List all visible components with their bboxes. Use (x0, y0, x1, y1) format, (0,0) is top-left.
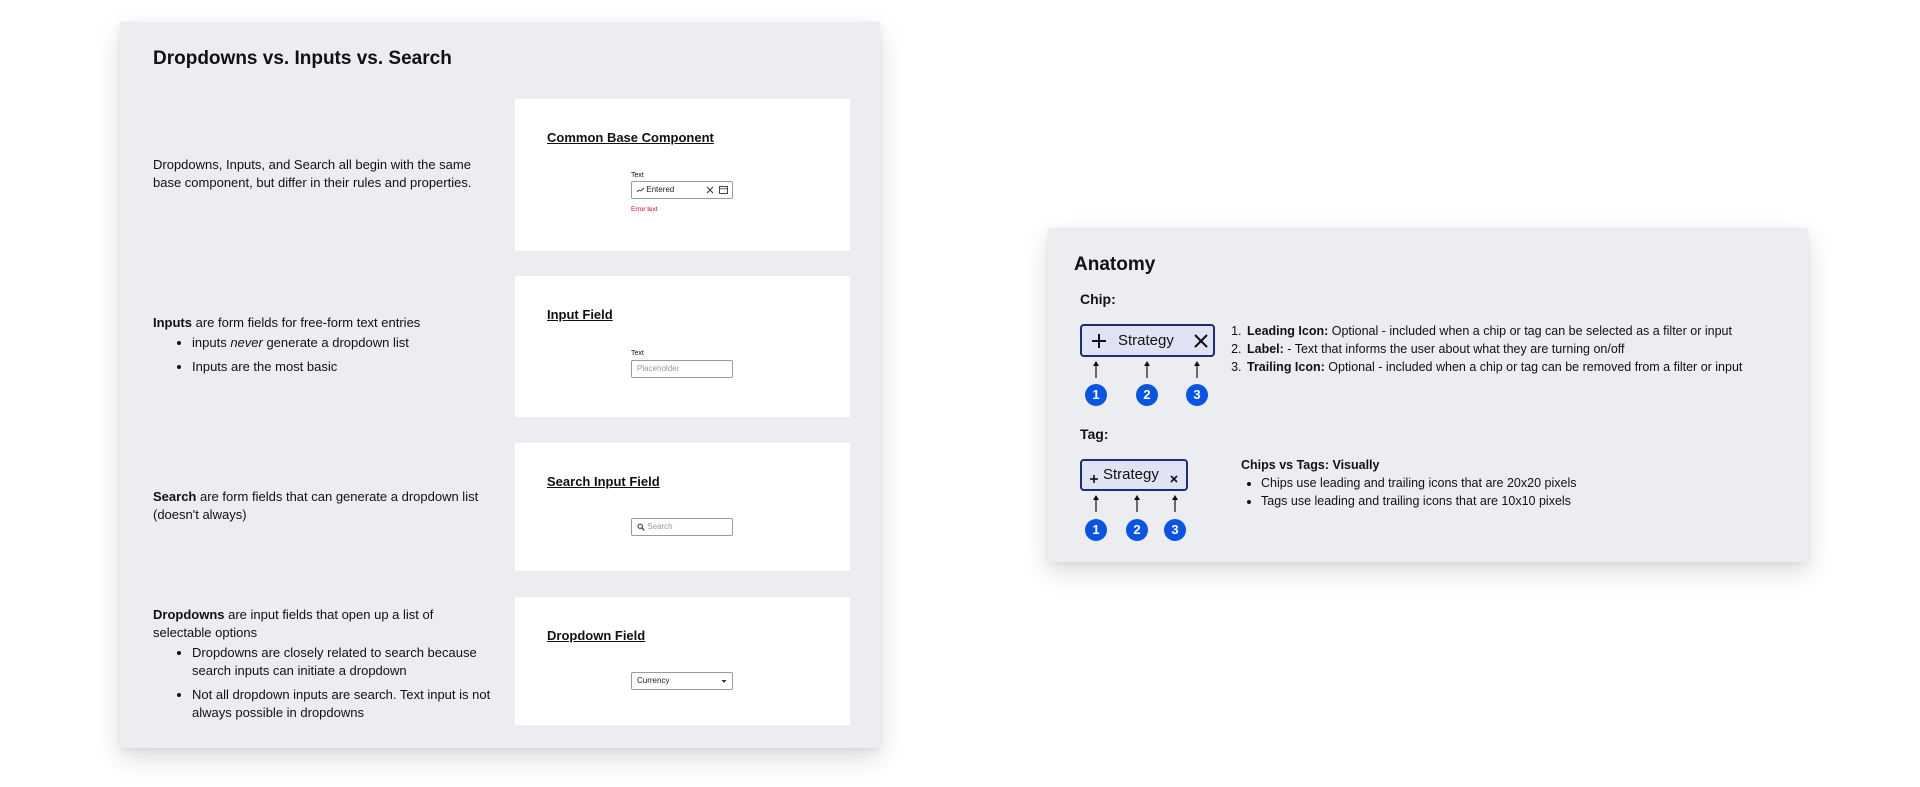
list-item: Dropdowns are closely related to search … (192, 644, 493, 680)
legend-term: Trailing Icon: (1247, 360, 1325, 374)
chips-vs-tags-notes: Chips vs Tags: Visually Chips use leadin… (1241, 456, 1781, 510)
currency-dropdown[interactable]: Currency (631, 672, 733, 690)
arrow-up-icon (1093, 361, 1099, 378)
calendar-icon[interactable] (719, 182, 728, 204)
dropdowns-bold-term: Dropdowns (153, 607, 225, 622)
bullet-text-post: generate a dropdown list (262, 335, 409, 350)
dropdowns-description-text: Dropdowns are input fields that open up … (153, 606, 493, 642)
tag-label: Tag: (1080, 426, 1109, 442)
inputs-description: Inputs are form fields for free-form tex… (153, 314, 493, 382)
number-badge-2: 2 (1126, 519, 1148, 541)
dropdowns-description: Dropdowns are input fields that open up … (153, 606, 493, 728)
search-description: Search are form fields that can generate… (153, 488, 493, 524)
arrow-up-icon (1134, 495, 1140, 512)
number-badge-3: 3 (1186, 384, 1208, 406)
tag-text: Strategy (1103, 466, 1159, 483)
search-input[interactable]: Search (631, 518, 733, 536)
strategy-chip[interactable]: Strategy (1080, 324, 1215, 357)
search-description-text: Search are form fields that can generate… (153, 488, 493, 524)
close-icon[interactable] (1169, 471, 1179, 489)
anatomy-legend: Leading Icon: Optional - included when a… (1225, 322, 1815, 376)
list-item: Trailing Icon: Optional - included when … (1245, 358, 1815, 376)
bullet-text-emphasis: never (230, 335, 263, 350)
search-bold-term: Search (153, 489, 197, 504)
placeholder-text: Search (647, 522, 673, 531)
legend-term: Label: (1247, 342, 1284, 356)
strategy-tag[interactable]: Strategy (1080, 459, 1188, 491)
list-item: inputs never generate a dropdown list (192, 334, 493, 352)
arrow-up-icon (1194, 361, 1200, 378)
dropdowns-inputs-search-card: Dropdowns vs. Inputs vs. Search Dropdown… (120, 22, 880, 748)
inputs-bullets: inputs never generate a dropdown list In… (153, 334, 493, 376)
field-label: Text (631, 350, 644, 357)
list-item: Inputs are the most basic (192, 358, 493, 376)
number-badge-1: 1 (1085, 384, 1107, 406)
text-input-entered[interactable]: Entered (631, 181, 733, 199)
arrow-up-icon (1144, 361, 1150, 378)
search-icon (637, 522, 647, 531)
inputs-description-text: Inputs are form fields for free-form tex… (153, 314, 493, 332)
arrow-up-icon (1172, 495, 1178, 512)
preview-title: Common Base Component (547, 130, 714, 145)
legend-text: Optional - included when a chip or tag c… (1328, 324, 1732, 338)
number-badge-1: 1 (1085, 519, 1107, 541)
search-field-preview: Search Input Field Search (515, 443, 850, 571)
placeholder-text: Placeholder (637, 364, 680, 373)
field-label: Text (631, 172, 644, 179)
description-text: Dropdowns, Inputs, and Search all begin … (153, 157, 472, 190)
dropdown-value: Currency (637, 676, 670, 685)
legend-text: Optional - included when a chip or tag c… (1324, 360, 1743, 374)
close-icon[interactable] (1191, 331, 1211, 356)
preview-title: Input Field (547, 307, 613, 322)
dropdown-field-preview: Dropdown Field Currency (515, 597, 850, 725)
arrow-up-icon (1093, 495, 1099, 512)
card-title: Dropdowns vs. Inputs vs. Search (153, 48, 452, 69)
list-item: Label: - Text that informs the user abou… (1245, 340, 1815, 358)
clear-icon[interactable] (706, 182, 714, 204)
preview-title: Search Input Field (547, 474, 660, 489)
chip-text: Strategy (1118, 332, 1174, 349)
list-item: Tags use leading and trailing icons that… (1261, 492, 1781, 510)
error-text: Error text (631, 206, 658, 213)
chip-label: Chip: (1080, 291, 1116, 307)
dropdowns-bullets: Dropdowns are closely related to search … (153, 644, 493, 722)
common-base-preview: Common Base Component Text Entered Error… (515, 99, 850, 251)
number-badge-2: 2 (1136, 384, 1158, 406)
visual-notes-title: Chips vs Tags: Visually (1241, 458, 1380, 472)
placeholder-input[interactable]: Placeholder (631, 360, 733, 378)
preview-title: Dropdown Field (547, 628, 646, 643)
list-item: Chips use leading and trailing icons tha… (1261, 474, 1781, 492)
plus-icon (1089, 331, 1109, 356)
number-badge-3: 3 (1164, 519, 1186, 541)
field-value: Entered (646, 185, 675, 194)
legend-text: - Text that informs the user about what … (1283, 342, 1625, 356)
trend-icon (636, 185, 646, 194)
legend-term: Leading Icon: (1247, 324, 1329, 338)
base-component-description: Dropdowns, Inputs, and Search all begin … (153, 156, 493, 192)
inputs-description-rest: are form fields for free-form text entri… (192, 315, 421, 330)
bullet-text-pre: inputs (192, 335, 231, 350)
visual-notes-list: Chips use leading and trailing icons tha… (1241, 474, 1781, 510)
anatomy-title: Anatomy (1074, 254, 1156, 275)
inputs-bold-term: Inputs (153, 315, 192, 330)
caret-down-icon (721, 673, 727, 695)
input-field-preview: Input Field Text Placeholder (515, 276, 850, 417)
plus-icon (1089, 471, 1099, 489)
search-description-rest: are form fields that can generate a drop… (153, 489, 479, 522)
list-item: Not all dropdown inputs are search. Text… (192, 686, 493, 722)
anatomy-card: Anatomy Chip: Strategy 1 2 3 Leading Ico… (1048, 228, 1808, 562)
list-item: Leading Icon: Optional - included when a… (1245, 322, 1815, 340)
